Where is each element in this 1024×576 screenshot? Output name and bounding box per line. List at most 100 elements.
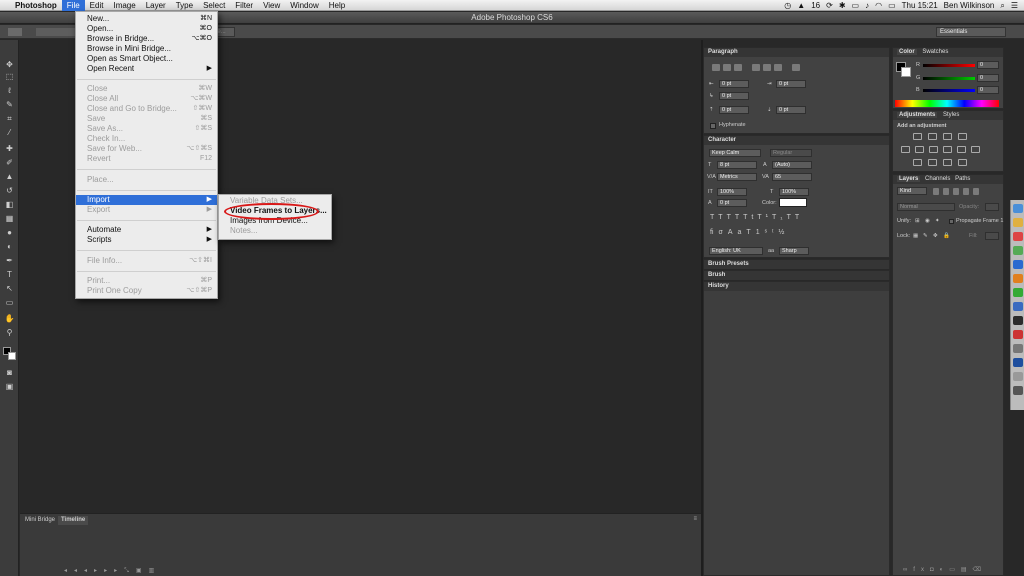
indent-right-field[interactable]: 0 pt <box>776 80 806 88</box>
blur-tool-icon[interactable]: ● <box>4 228 15 237</box>
underline-icon[interactable]: T <box>787 214 795 221</box>
history-title[interactable]: History <box>704 282 889 291</box>
tracking-field[interactable]: 65 <box>772 173 812 181</box>
blend-mode-select[interactable]: Normal <box>897 203 955 211</box>
dock-app9-icon[interactable] <box>1013 316 1023 325</box>
tab-mini-bridge[interactable]: Mini Bridge <box>22 516 58 525</box>
dock-app7-icon[interactable] <box>1013 288 1023 297</box>
indent-first-field[interactable]: 0 pt <box>719 92 749 100</box>
exposure-icon[interactable] <box>958 133 967 140</box>
panel-menu-icon[interactable]: ≡ <box>693 516 697 522</box>
user-name[interactable]: Ben Wilkinson <box>944 0 995 11</box>
green-value[interactable]: 0 <box>977 74 999 82</box>
menu-filter[interactable]: Filter <box>230 0 258 11</box>
sync-icon[interactable]: ⟳ <box>826 0 833 11</box>
submenu-item-notes[interactable]: Notes... <box>219 226 331 236</box>
brush-title[interactable]: Brush <box>704 271 889 280</box>
background-color-swatch[interactable] <box>8 352 16 360</box>
blue-slider[interactable] <box>923 89 975 92</box>
menu-edit[interactable]: Edit <box>85 0 109 11</box>
gradient-tool-icon[interactable]: ▦ <box>4 214 15 223</box>
tool-preset-icon[interactable] <box>8 28 22 36</box>
gradient-map-icon[interactable] <box>958 159 967 166</box>
filter-adjust-icon[interactable] <box>943 188 949 195</box>
hyphenate-checkbox[interactable] <box>710 123 716 129</box>
horizontal-scale-field[interactable]: 100% <box>779 188 809 196</box>
ligatures-icon[interactable]: ﬁ <box>710 229 719 236</box>
ordinals-icon[interactable]: 1ˢᵗ <box>756 229 779 236</box>
workspace-select[interactable]: Essentials <box>936 27 1006 37</box>
search-icon[interactable]: ⌕ <box>1000 0 1004 11</box>
eyedropper-tool-icon[interactable]: ⁄ <box>4 128 15 137</box>
tab-channels[interactable]: Channels <box>925 176 950 182</box>
bg-color-swatch[interactable] <box>901 67 911 77</box>
menu-item-save[interactable]: Save ⌘S <box>76 114 217 124</box>
brightness-icon[interactable] <box>913 133 922 140</box>
tween-icon[interactable]: ⤡ <box>124 568 136 574</box>
crop-tool-icon[interactable]: ⌗ <box>4 114 15 123</box>
justify-all-icon[interactable] <box>792 64 800 71</box>
tab-paths[interactable]: Paths <box>955 176 970 182</box>
space-after-field[interactable]: 0 pt <box>776 106 806 114</box>
tab-styles[interactable]: Styles <box>943 112 959 118</box>
opacity-field[interactable] <box>985 203 999 211</box>
filter-smart-icon[interactable] <box>973 188 979 195</box>
dock-app8-icon[interactable] <box>1013 302 1023 311</box>
menu-item-close-all[interactable]: Close All ⌥⌘W <box>76 94 217 104</box>
battery-icon[interactable]: ▭ <box>888 0 896 11</box>
menu-item-export[interactable]: Export ▶ <box>76 205 217 215</box>
menu-item-revert[interactable]: Revert F12 <box>76 154 217 164</box>
superscript-icon[interactable]: T¹ <box>757 214 772 221</box>
tab-timeline[interactable]: Timeline <box>58 516 89 525</box>
path-select-tool-icon[interactable]: ↖ <box>4 284 15 293</box>
stamp-tool-icon[interactable]: ▲ <box>4 172 15 181</box>
type-tool-icon[interactable]: T <box>4 270 15 279</box>
vertical-scale-field[interactable]: 100% <box>717 188 747 196</box>
threshold-icon[interactable] <box>943 159 952 166</box>
unify-position-icon[interactable]: ⊞ <box>915 218 920 225</box>
dock-chrome-icon[interactable] <box>1013 218 1023 227</box>
menu-item-save-for-web[interactable]: Save for Web... ⌥⇧⌘S <box>76 144 217 154</box>
healing-tool-icon[interactable]: ✚ <box>4 144 15 153</box>
lasso-tool-icon[interactable]: ℓ <box>4 86 15 95</box>
leading-field[interactable]: (Auto) <box>772 161 812 169</box>
small-caps-icon[interactable]: Tt <box>743 214 757 221</box>
menu-item-close[interactable]: Close ⌘W <box>76 84 217 94</box>
indent-left-field[interactable]: 0 pt <box>719 80 749 88</box>
dock-app10-icon[interactable] <box>1013 330 1023 339</box>
menu-select[interactable]: Select <box>198 0 230 11</box>
menu-item-open-smart-object[interactable]: Open as Smart Object... <box>76 54 217 64</box>
filter-shape-icon[interactable] <box>963 188 969 195</box>
dock-app12-icon[interactable] <box>1013 358 1023 367</box>
kerning-field[interactable]: Metrics <box>717 173 757 181</box>
lock-position-icon[interactable]: ✥ <box>933 233 938 240</box>
marquee-tool-icon[interactable]: ⬚ <box>4 72 15 81</box>
baseline-shift-field[interactable]: 0 pt <box>717 199 747 207</box>
menu-help[interactable]: Help <box>324 0 350 11</box>
propagate-checkbox[interactable] <box>949 219 954 224</box>
photo-filter-icon[interactable] <box>957 146 966 153</box>
add-style-icon[interactable]: fx <box>913 567 930 573</box>
zoom-tool-icon[interactable]: ⚲ <box>4 328 15 337</box>
filter-pixel-icon[interactable] <box>933 188 939 195</box>
old-style-icon[interactable]: σ <box>719 229 728 236</box>
menu-type[interactable]: Type <box>171 0 198 11</box>
menu-item-browse-mini-bridge[interactable]: Browse in Mini Bridge... <box>76 44 217 54</box>
dock-app4-icon[interactable] <box>1013 246 1023 255</box>
dock-app13-icon[interactable] <box>1013 372 1023 381</box>
menu-item-check-in[interactable]: Check In... <box>76 134 217 144</box>
red-value[interactable]: 0 <box>977 61 999 69</box>
volume-icon[interactable]: ♪ <box>865 0 869 11</box>
prev-frame-icon[interactable]: ◂ <box>84 568 94 574</box>
dock-app11-icon[interactable] <box>1013 344 1023 353</box>
justify-last-left-icon[interactable] <box>752 64 760 71</box>
color-spectrum-ramp[interactable] <box>895 100 999 107</box>
tab-layers[interactable]: Layers <box>897 176 921 182</box>
align-center-icon[interactable] <box>723 64 731 71</box>
new-adjustment-icon[interactable]: ◐ <box>940 567 950 573</box>
menu-item-automate[interactable]: Automate ▶ <box>76 225 217 235</box>
faux-italic-icon[interactable]: T <box>718 214 726 221</box>
menu-layer[interactable]: Layer <box>141 0 171 11</box>
menu-item-new[interactable]: New... ⌘N <box>76 14 217 24</box>
new-layer-icon[interactable]: ▤ <box>961 567 973 573</box>
